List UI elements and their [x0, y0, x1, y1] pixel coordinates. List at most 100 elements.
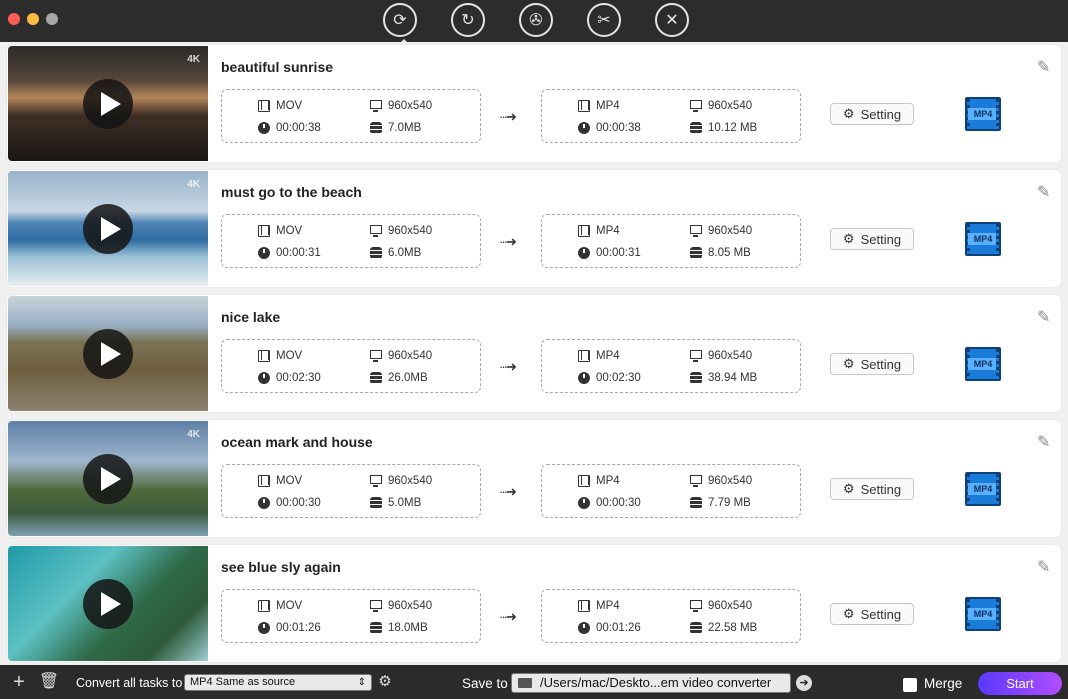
output-format-icon[interactable]: MP4 [965, 222, 1001, 256]
film-icon [578, 100, 590, 112]
window-minimize-button[interactable] [27, 13, 39, 25]
clock-icon [258, 497, 270, 509]
duration-field: 00:00:31 [578, 247, 641, 259]
pencil-icon[interactable]: ✎ [1037, 432, 1050, 452]
arrow-right-icon: ···➜ [499, 359, 517, 374]
output-format-icon[interactable]: MP4 [965, 97, 1001, 131]
setting-label: Setting [860, 481, 902, 497]
format-value: MP4 [596, 600, 620, 612]
format-value: MP4 [596, 475, 620, 487]
convert-tab[interactable]: ⟳ [383, 3, 417, 37]
duration-field: 00:01:26 [258, 622, 321, 634]
format-value: MOV [276, 600, 303, 612]
resolution-field: 960x540 [370, 475, 432, 487]
gear-icon: ⚙ [842, 356, 855, 371]
format-value: MOV [276, 100, 303, 112]
go-arrow-icon[interactable]: ➜ [796, 675, 812, 691]
duration-field: 00:00:38 [578, 122, 641, 134]
clock-icon [578, 247, 590, 259]
clock-icon [258, 122, 270, 134]
film-icon [258, 475, 270, 487]
output-format-icon[interactable]: MP4 [965, 597, 1001, 631]
video-title: must go to the beach [221, 184, 362, 200]
pencil-icon[interactable]: ✎ [1037, 557, 1050, 577]
trash-icon[interactable]: 🗑 [38, 672, 60, 694]
database-icon [690, 122, 702, 134]
setting-button[interactable]: ⚙ Setting [830, 603, 914, 625]
size-field: 7.0MB [370, 122, 421, 134]
duration-field: 00:00:31 [258, 247, 321, 259]
output-format-label: MP4 [968, 608, 998, 620]
duration-field: 00:01:26 [578, 622, 641, 634]
tools-icon: ✕ [665, 12, 679, 29]
output-info-box: MP4 960x540 00:02:30 38.94 MB [541, 339, 801, 393]
arrow-right-icon: ···➜ [499, 609, 517, 624]
duration-value: 00:00:38 [276, 122, 321, 134]
start-button[interactable]: Start [978, 672, 1062, 695]
gear-icon[interactable]: ⚙ [374, 672, 396, 694]
pencil-icon[interactable]: ✎ [1037, 182, 1050, 202]
setting-button[interactable]: ⚙ Setting [830, 228, 914, 250]
play-button[interactable] [83, 454, 133, 504]
table-row: 4K ocean mark and house ✎ MOV 960x540 00:00:3… [7, 420, 1061, 537]
window-maximize-button[interactable] [46, 13, 58, 25]
resolution-field: 960x540 [690, 350, 752, 362]
size-field: 6.0MB [370, 247, 421, 259]
video-thumbnail[interactable]: 4K [8, 421, 208, 536]
play-button[interactable] [83, 204, 133, 254]
format-field: MP4 [578, 225, 620, 237]
save-path-field[interactable]: /Users/mac/Deskto...em video converter [511, 673, 791, 693]
tools-tab[interactable]: ✕ [655, 3, 689, 37]
format-field: MOV [258, 100, 302, 112]
resolution-value: 960x540 [388, 100, 433, 112]
output-format-icon[interactable]: MP4 [965, 472, 1001, 506]
add-file-icon[interactable]: + [8, 672, 30, 694]
task-list: 4K beautiful sunrise ✎ MOV 960x540 00:00:38 7.… [0, 42, 1068, 665]
merge-checkbox[interactable] [903, 678, 917, 692]
setting-button[interactable]: ⚙ Setting [830, 478, 914, 500]
film-icon [578, 475, 590, 487]
convert-all-select[interactable]: MP4 Same as source [184, 674, 372, 691]
monitor-icon [690, 225, 702, 237]
format-value: MOV [276, 225, 303, 237]
output-format-icon[interactable]: MP4 [965, 347, 1001, 381]
video-thumbnail[interactable] [8, 546, 208, 661]
source-info-box: MOV 960x540 00:00:30 5.0MB [221, 464, 481, 518]
gear-icon: ⚙ [842, 106, 855, 121]
size-value: 6.0MB [388, 247, 422, 259]
clock-icon [578, 372, 590, 384]
size-value: 22.58 MB [708, 622, 758, 634]
setting-button[interactable]: ⚙ Setting [830, 103, 914, 125]
rotate-tab[interactable]: ↻ [451, 3, 485, 37]
output-format-label: MP4 [968, 358, 998, 370]
play-button[interactable] [83, 79, 133, 129]
play-button[interactable] [83, 329, 133, 379]
rotate-icon: ↻ [461, 12, 475, 29]
pencil-icon[interactable]: ✎ [1037, 57, 1050, 77]
monitor-icon [690, 100, 702, 112]
save-path-text: /Users/mac/Deskto...em video converter [540, 675, 772, 690]
play-button[interactable] [83, 579, 133, 629]
video-thumbnail[interactable] [8, 296, 208, 411]
media-tab[interactable]: ✇ [519, 3, 553, 37]
size-value: 26.0MB [388, 372, 428, 384]
monitor-icon [370, 350, 382, 362]
edit-tab[interactable]: ✂ [587, 3, 621, 37]
clock-icon [578, 622, 590, 634]
size-field: 10.12 MB [690, 122, 757, 134]
source-info-box: MOV 960x540 00:00:31 6.0MB [221, 214, 481, 268]
video-thumbnail[interactable]: 4K [8, 46, 208, 161]
format-value: MP4 [596, 100, 620, 112]
setting-label: Setting [860, 606, 902, 622]
window-close-button[interactable] [8, 13, 20, 25]
setting-label: Setting [860, 231, 902, 247]
resolution-field: 960x540 [690, 475, 752, 487]
size-field: 5.0MB [370, 497, 421, 509]
resolution-field: 960x540 [690, 225, 752, 237]
setting-button[interactable]: ⚙ Setting [830, 353, 914, 375]
pencil-icon[interactable]: ✎ [1037, 307, 1050, 327]
resolution-value: 960x540 [388, 225, 433, 237]
duration-value: 00:00:31 [276, 247, 321, 259]
convert-icon: ⟳ [393, 12, 407, 29]
video-thumbnail[interactable]: 4K [8, 171, 208, 286]
